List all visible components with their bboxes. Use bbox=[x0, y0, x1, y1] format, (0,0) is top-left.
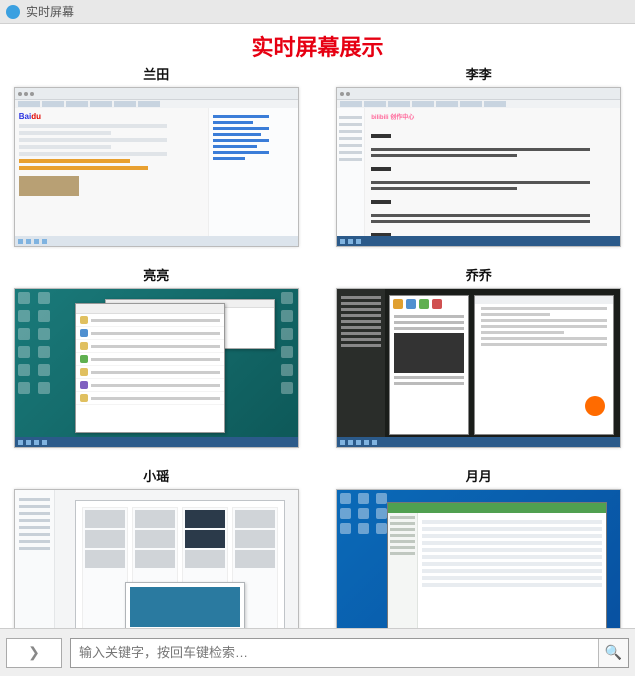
screen-thumbnail[interactable] bbox=[14, 489, 299, 649]
search-icon: 🔍 bbox=[605, 644, 622, 661]
window-header: 实时屏幕 bbox=[0, 0, 635, 24]
screen-tile[interactable]: 小瑶 bbox=[10, 466, 303, 649]
screen-thumbnail[interactable] bbox=[336, 288, 621, 448]
window-title: 实时屏幕 bbox=[26, 3, 74, 20]
screen-label: 兰田 bbox=[143, 64, 169, 83]
screen-label: 小瑶 bbox=[143, 466, 169, 485]
screens-grid: 兰田 Baidu bbox=[0, 64, 635, 657]
notify-badge bbox=[585, 396, 605, 416]
screen-thumbnail[interactable]: bilibili 创作中心 bbox=[336, 87, 621, 247]
baidu-logo: Baidu bbox=[19, 112, 204, 121]
search-wrap: 🔍 bbox=[70, 638, 629, 668]
screen-thumbnail[interactable] bbox=[14, 288, 299, 448]
app-icon bbox=[6, 5, 20, 19]
page-title: 实时屏幕展示 bbox=[0, 24, 635, 64]
screen-label: 月月 bbox=[466, 466, 492, 485]
screen-thumbnail[interactable]: Baidu bbox=[14, 87, 299, 247]
screen-tile[interactable]: 月月 bbox=[333, 466, 626, 649]
screen-thumbnail[interactable] bbox=[336, 489, 621, 649]
bilibili-logo: bilibili 创作中心 bbox=[371, 112, 614, 121]
screen-tile[interactable]: 乔乔 bbox=[333, 265, 626, 448]
screen-label: 乔乔 bbox=[466, 265, 492, 284]
screen-tile[interactable]: 李李 bilibili 创作中心 bbox=[333, 64, 626, 247]
expand-button[interactable]: ❯ bbox=[6, 638, 62, 668]
screen-label: 李李 bbox=[466, 64, 492, 83]
search-button[interactable]: 🔍 bbox=[598, 639, 628, 667]
screen-tile[interactable]: 亮亮 bbox=[10, 265, 303, 448]
screen-tile[interactable]: 兰田 Baidu bbox=[10, 64, 303, 247]
image-thumb bbox=[19, 176, 79, 196]
bottom-toolbar: ❯ 🔍 bbox=[0, 628, 635, 676]
screen-label: 亮亮 bbox=[143, 265, 169, 284]
search-input[interactable] bbox=[71, 639, 598, 667]
